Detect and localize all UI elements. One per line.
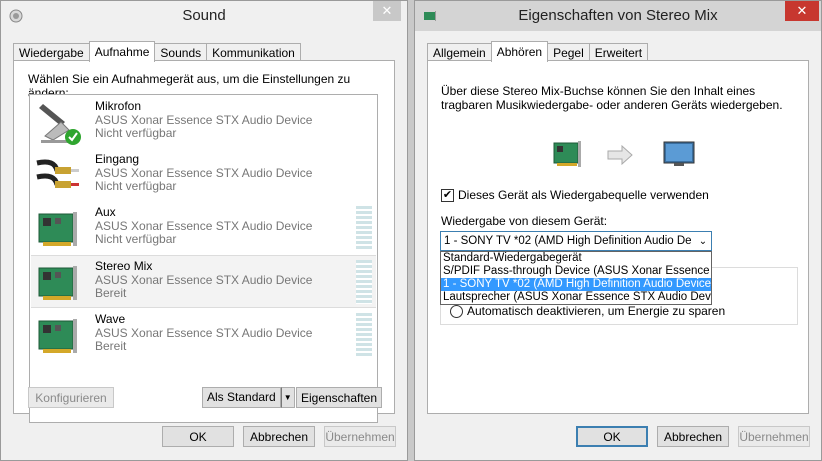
- device-status: Nicht verfügbar: [95, 179, 177, 193]
- listen-checkbox-row[interactable]: ✔ Dieses Gerät als Wiedergabequelle verw…: [441, 188, 709, 202]
- tab-listen[interactable]: Abhören: [490, 41, 549, 62]
- configure-button[interactable]: Konfigurieren: [28, 387, 114, 408]
- ok-button[interactable]: OK: [162, 426, 234, 447]
- apply-button[interactable]: Übernehmen: [324, 426, 396, 447]
- dropdown-option[interactable]: S/PDIF Pass-through Device (ASUS Xonar E…: [441, 265, 711, 278]
- dropdown-option[interactable]: Lautsprecher (ASUS Xonar Essence STX Aud…: [441, 291, 711, 304]
- sound-card-icon: [553, 141, 581, 167]
- close-button[interactable]: ✕: [373, 1, 401, 21]
- device-name: Wave: [95, 312, 126, 326]
- monitor-icon: [663, 141, 695, 166]
- tab-levels[interactable]: Pegel: [547, 43, 590, 61]
- properties-window: Eigenschaften von Stereo Mix ✕ Allgemein…: [414, 0, 822, 461]
- playback-device-dropdown: Standard-Wiedergabegerät S/PDIF Pass-thr…: [440, 251, 712, 305]
- listen-description: Über diese Stereo Mix-Buchse können Sie …: [441, 84, 783, 112]
- sound-card-icon: [38, 266, 77, 300]
- device-name: Stereo Mix: [95, 259, 153, 273]
- device-list[interactable]: Mikrofon ASUS Xonar Essence STX Audio De…: [29, 94, 378, 423]
- device-name: Aux: [95, 205, 116, 219]
- set-default-split-button[interactable]: Als Standard ▼: [202, 387, 295, 408]
- level-meter: [356, 260, 372, 304]
- ok-button[interactable]: OK: [576, 426, 648, 447]
- listen-checkbox-label: Dieses Gerät als Wiedergabequelle verwen…: [458, 188, 709, 202]
- device-description: ASUS Xonar Essence STX Audio Device: [95, 273, 313, 287]
- device-description: ASUS Xonar Essence STX Audio Device: [95, 326, 313, 340]
- device-name: Mikrofon: [95, 99, 142, 113]
- microphone-icon: [39, 104, 81, 145]
- selected-value: 1 - SONY TV *02 (AMD High Definition Aud…: [444, 235, 692, 247]
- list-item[interactable]: Eingang ASUS Xonar Essence STX Audio Dev…: [31, 149, 376, 202]
- device-status: Bereit: [95, 286, 127, 300]
- device-status: Bereit: [95, 339, 127, 353]
- cancel-button[interactable]: Abbrechen: [657, 426, 729, 447]
- rca-cable-icon: [36, 159, 79, 188]
- list-item[interactable]: Wave ASUS Xonar Essence STX Audio Device…: [31, 309, 376, 362]
- apply-button[interactable]: Übernehmen: [738, 426, 810, 447]
- power-radio-row[interactable]: Automatisch deaktivieren, um Energie zu …: [450, 304, 725, 318]
- sound-window: Sound ✕ Wiedergabe Aufnahme Sounds Kommu…: [0, 0, 408, 461]
- set-default-button[interactable]: Als Standard: [202, 387, 281, 408]
- device-name: Eingang: [95, 152, 140, 166]
- list-item-selected[interactable]: Stereo Mix ASUS Xonar Essence STX Audio …: [31, 255, 376, 308]
- sound-card-icon: [38, 319, 77, 353]
- device-description: ASUS Xonar Essence STX Audio Device: [95, 219, 313, 233]
- power-radio[interactable]: [450, 304, 463, 318]
- properties-titlebar[interactable]: Eigenschaften von Stereo Mix ✕: [415, 1, 821, 31]
- list-item[interactable]: Aux ASUS Xonar Essence STX Audio Device …: [31, 202, 376, 255]
- level-meter: [356, 313, 372, 357]
- window-title: Eigenschaften von Stereo Mix: [518, 7, 718, 24]
- tab-bar: Allgemein Abhören Pegel Erweitert: [427, 41, 649, 62]
- sound-titlebar[interactable]: Sound ✕: [1, 1, 407, 31]
- arrow-right-icon: [607, 145, 633, 165]
- tab-communication[interactable]: Kommunikation: [206, 43, 301, 61]
- dropdown-option[interactable]: Standard-Wiedergabegerät: [441, 252, 711, 265]
- device-status: Nicht verfügbar: [95, 126, 177, 140]
- device-description: ASUS Xonar Essence STX Audio Device: [95, 166, 313, 180]
- window-title: Sound: [182, 7, 226, 24]
- device-status: Nicht verfügbar: [95, 232, 177, 246]
- level-meter: [356, 206, 372, 250]
- listen-checkbox[interactable]: ✔: [441, 188, 454, 202]
- device-description: ASUS Xonar Essence STX Audio Device: [95, 113, 313, 127]
- properties-button[interactable]: Eigenschaften: [296, 387, 382, 408]
- tab-recording[interactable]: Aufnahme: [88, 41, 156, 62]
- power-radio-label: Automatisch deaktivieren, um Energie zu …: [467, 304, 726, 318]
- listen-panel: Über diese Stereo Mix-Buchse können Sie …: [427, 60, 809, 414]
- cancel-button[interactable]: Abbrechen: [243, 426, 315, 447]
- tab-bar: Wiedergabe Aufnahme Sounds Kommunikation: [13, 41, 301, 62]
- playback-device-select[interactable]: 1 - SONY TV *02 (AMD High Definition Aud…: [440, 231, 712, 251]
- dropdown-option-selected[interactable]: 1 - SONY TV *02 (AMD High Definition Aud…: [441, 278, 711, 291]
- playback-device-label: Wiedergabe von diesem Gerät:: [441, 214, 608, 228]
- list-item[interactable]: Mikrofon ASUS Xonar Essence STX Audio De…: [31, 96, 376, 149]
- close-button[interactable]: ✕: [785, 1, 819, 21]
- tab-advanced[interactable]: Erweitert: [588, 43, 649, 61]
- recording-panel: Wählen Sie ein Aufnahmegerät aus, um die…: [13, 60, 395, 423]
- tab-playback[interactable]: Wiedergabe: [13, 43, 90, 61]
- sound-card-icon: [38, 212, 77, 246]
- tab-general[interactable]: Allgemein: [427, 43, 492, 61]
- chevron-down-icon[interactable]: ⌄: [695, 236, 711, 247]
- tab-sounds[interactable]: Sounds: [154, 43, 208, 61]
- chevron-down-icon[interactable]: ▼: [280, 387, 295, 408]
